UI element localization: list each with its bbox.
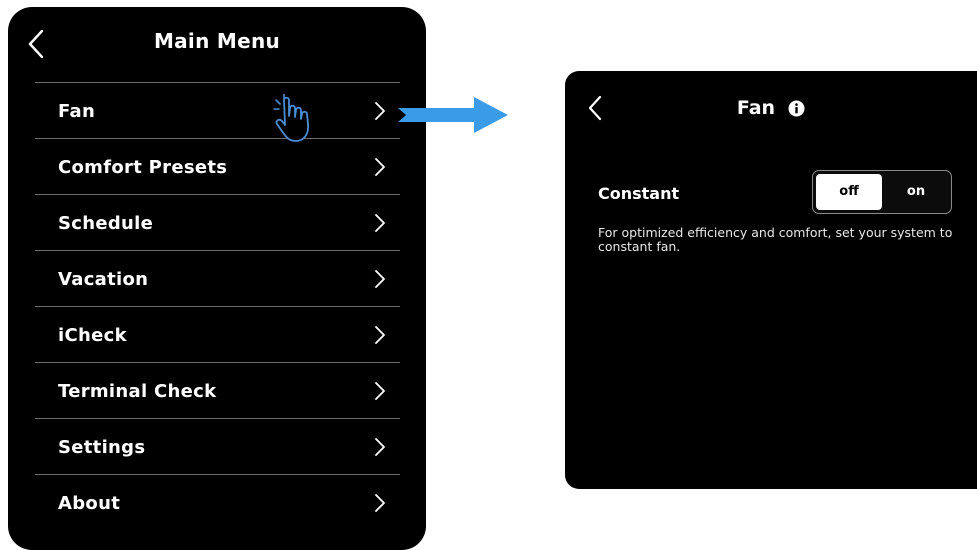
menu-item-comfort-presets[interactable]: Comfort Presets: [35, 138, 400, 194]
menu-item-label: Comfort Presets: [58, 157, 228, 178]
menu-list: Fan Comfort Presets Schedule Vacation iC…: [35, 82, 400, 530]
menu-item-fan[interactable]: Fan: [35, 82, 400, 138]
chevron-right-icon: [374, 213, 386, 233]
chevron-right-icon: [374, 269, 386, 289]
main-menu-panel: Main Menu Fan Comfort Presets Schedule V…: [8, 7, 426, 550]
constant-fan-toggle[interactable]: off on: [812, 170, 952, 214]
chevron-right-icon: [374, 157, 386, 177]
menu-item-label: Terminal Check: [58, 381, 217, 402]
main-menu-header: Main Menu: [8, 7, 426, 82]
menu-item-label: iCheck: [58, 325, 127, 346]
chevron-right-icon: [374, 437, 386, 457]
menu-item-label: About: [58, 493, 121, 514]
stage: Main Menu Fan Comfort Presets Schedule V…: [0, 0, 977, 550]
setting-description: For optimized efficiency and comfort, se…: [598, 225, 953, 254]
hand-pointer-icon: [270, 94, 322, 146]
page-title: Fan: [736, 97, 776, 119]
toggle-option-on[interactable]: on: [883, 174, 949, 210]
menu-item-label: Vacation: [58, 269, 149, 290]
menu-item-schedule[interactable]: Schedule: [35, 194, 400, 250]
chevron-right-icon: [374, 101, 386, 121]
menu-item-label: Settings: [58, 437, 146, 458]
menu-item-terminal-check[interactable]: Terminal Check: [35, 362, 400, 418]
chevron-right-icon: [374, 493, 386, 513]
arrow-right-icon: [398, 95, 510, 135]
chevron-right-icon: [374, 381, 386, 401]
fan-settings-panel: Fan Constant off on For optimized effici…: [565, 71, 977, 489]
menu-item-vacation[interactable]: Vacation: [35, 250, 400, 306]
menu-item-label: Fan: [58, 101, 96, 122]
constant-label: Constant: [598, 184, 680, 203]
fan-header: Fan: [565, 97, 977, 119]
menu-item-about[interactable]: About: [35, 474, 400, 530]
menu-item-settings[interactable]: Settings: [35, 418, 400, 474]
toggle-option-off[interactable]: off: [816, 174, 882, 210]
chevron-right-icon: [374, 325, 386, 345]
menu-item-label: Schedule: [58, 213, 154, 234]
info-icon[interactable]: [788, 100, 805, 117]
menu-item-icheck[interactable]: iCheck: [35, 306, 400, 362]
page-title: Main Menu: [153, 29, 281, 53]
